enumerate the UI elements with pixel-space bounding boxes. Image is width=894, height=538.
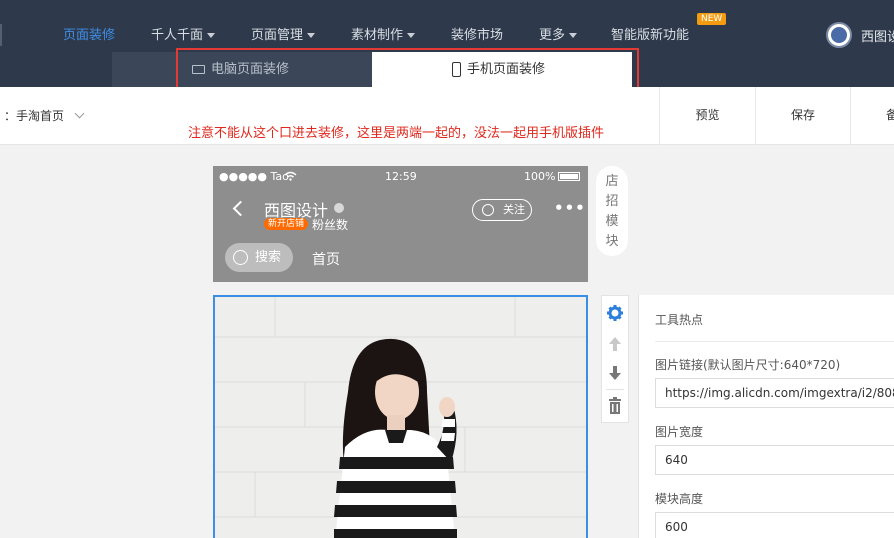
fans-count-label: 粉丝数 xyxy=(312,218,349,232)
avatar[interactable] xyxy=(826,22,852,48)
divider xyxy=(655,341,894,342)
image-width-label: 图片宽度 xyxy=(655,425,704,439)
nav-item-page-management[interactable]: 页面管理 xyxy=(251,26,316,46)
trash-icon xyxy=(609,397,621,414)
chevron-down-icon xyxy=(307,33,316,38)
shop-level-icon xyxy=(334,203,344,213)
preview-button[interactable]: 预览 xyxy=(659,87,755,145)
module-tools xyxy=(601,295,629,423)
module-height-label: 模块高度 xyxy=(655,492,704,506)
highlight-box xyxy=(176,48,639,90)
chevron-down-icon xyxy=(207,33,216,38)
status-battery-text: 100% xyxy=(524,170,556,183)
tool-divider xyxy=(606,389,624,390)
nav-divider xyxy=(0,24,2,46)
follow-button[interactable]: 关注 xyxy=(472,199,532,221)
chevron-down-icon xyxy=(407,33,416,38)
annotation-note: 注意不能从这个口进去装修，这里是两端一起的，没法一起用手机版插件 xyxy=(188,126,605,141)
panel-title: 工具热点 xyxy=(655,313,704,327)
move-up-button[interactable] xyxy=(602,329,628,358)
nav-item-material[interactable]: 素材制作 xyxy=(351,26,416,46)
page-selector-label: ：手淘首页 xyxy=(4,109,65,123)
image-link-label: 图片链接(默认图片尺寸:640*720) xyxy=(655,358,841,372)
shop-search-button[interactable]: 搜索 xyxy=(225,243,293,272)
nav-item-more[interactable]: 更多 xyxy=(539,26,578,46)
back-icon[interactable] xyxy=(232,200,249,217)
image-width-input[interactable]: 640 xyxy=(655,445,894,475)
nav-item-smart-features[interactable]: 智能版新功能 xyxy=(611,26,689,46)
tab-home[interactable]: 首页 xyxy=(312,249,340,269)
save-button[interactable]: 保存 xyxy=(755,87,850,145)
gear-icon xyxy=(607,305,623,321)
chevron-down-icon xyxy=(569,33,578,38)
model-photo xyxy=(215,297,586,538)
battery-icon xyxy=(558,172,580,181)
user-name[interactable]: 西图设 xyxy=(861,26,894,45)
search-icon xyxy=(233,250,248,265)
new-badge: NEW xyxy=(697,13,727,25)
arrow-up-icon xyxy=(609,337,621,351)
nav-item-personalization[interactable]: 千人千面 xyxy=(151,26,216,46)
delete-button[interactable] xyxy=(602,392,628,421)
page-selector[interactable]: ：手淘首页 xyxy=(4,107,85,124)
chevron-down-icon xyxy=(74,108,85,119)
nav-item-decoration-market[interactable]: 装修市场 xyxy=(451,26,503,46)
status-carrier: ●●●●● Tao xyxy=(219,170,289,183)
mobile-shop-header-preview[interactable]: ●●●●● Tao 12:59 100% 西图设计 新开店铺 粉丝数 关注 ••… xyxy=(213,166,588,282)
status-time: 12:59 xyxy=(385,170,417,183)
image-link-input[interactable]: https://img.alicdn.com/imgextra/i2/80804… xyxy=(655,378,894,408)
more-icon[interactable]: ••• xyxy=(554,199,586,217)
arrow-down-icon xyxy=(609,366,621,380)
module-height-input[interactable]: 600 xyxy=(655,512,894,538)
image-hotspot-module[interactable] xyxy=(213,295,588,538)
settings-button[interactable] xyxy=(602,298,628,327)
move-down-button[interactable] xyxy=(602,358,628,387)
publish-button[interactable]: 备 xyxy=(850,87,894,145)
avatar-image xyxy=(831,27,847,43)
shop-sign-module-label[interactable]: 店招模块 xyxy=(596,166,628,256)
broadcast-icon xyxy=(482,204,494,216)
wifi-icon xyxy=(284,171,297,181)
module-properties-panel: 工具热点 图片链接(默认图片尺寸:640*720) https://img.al… xyxy=(638,295,894,538)
new-shop-badge: 新开店铺 xyxy=(264,218,309,230)
nav-item-page-decoration[interactable]: 页面装修 xyxy=(63,26,115,46)
